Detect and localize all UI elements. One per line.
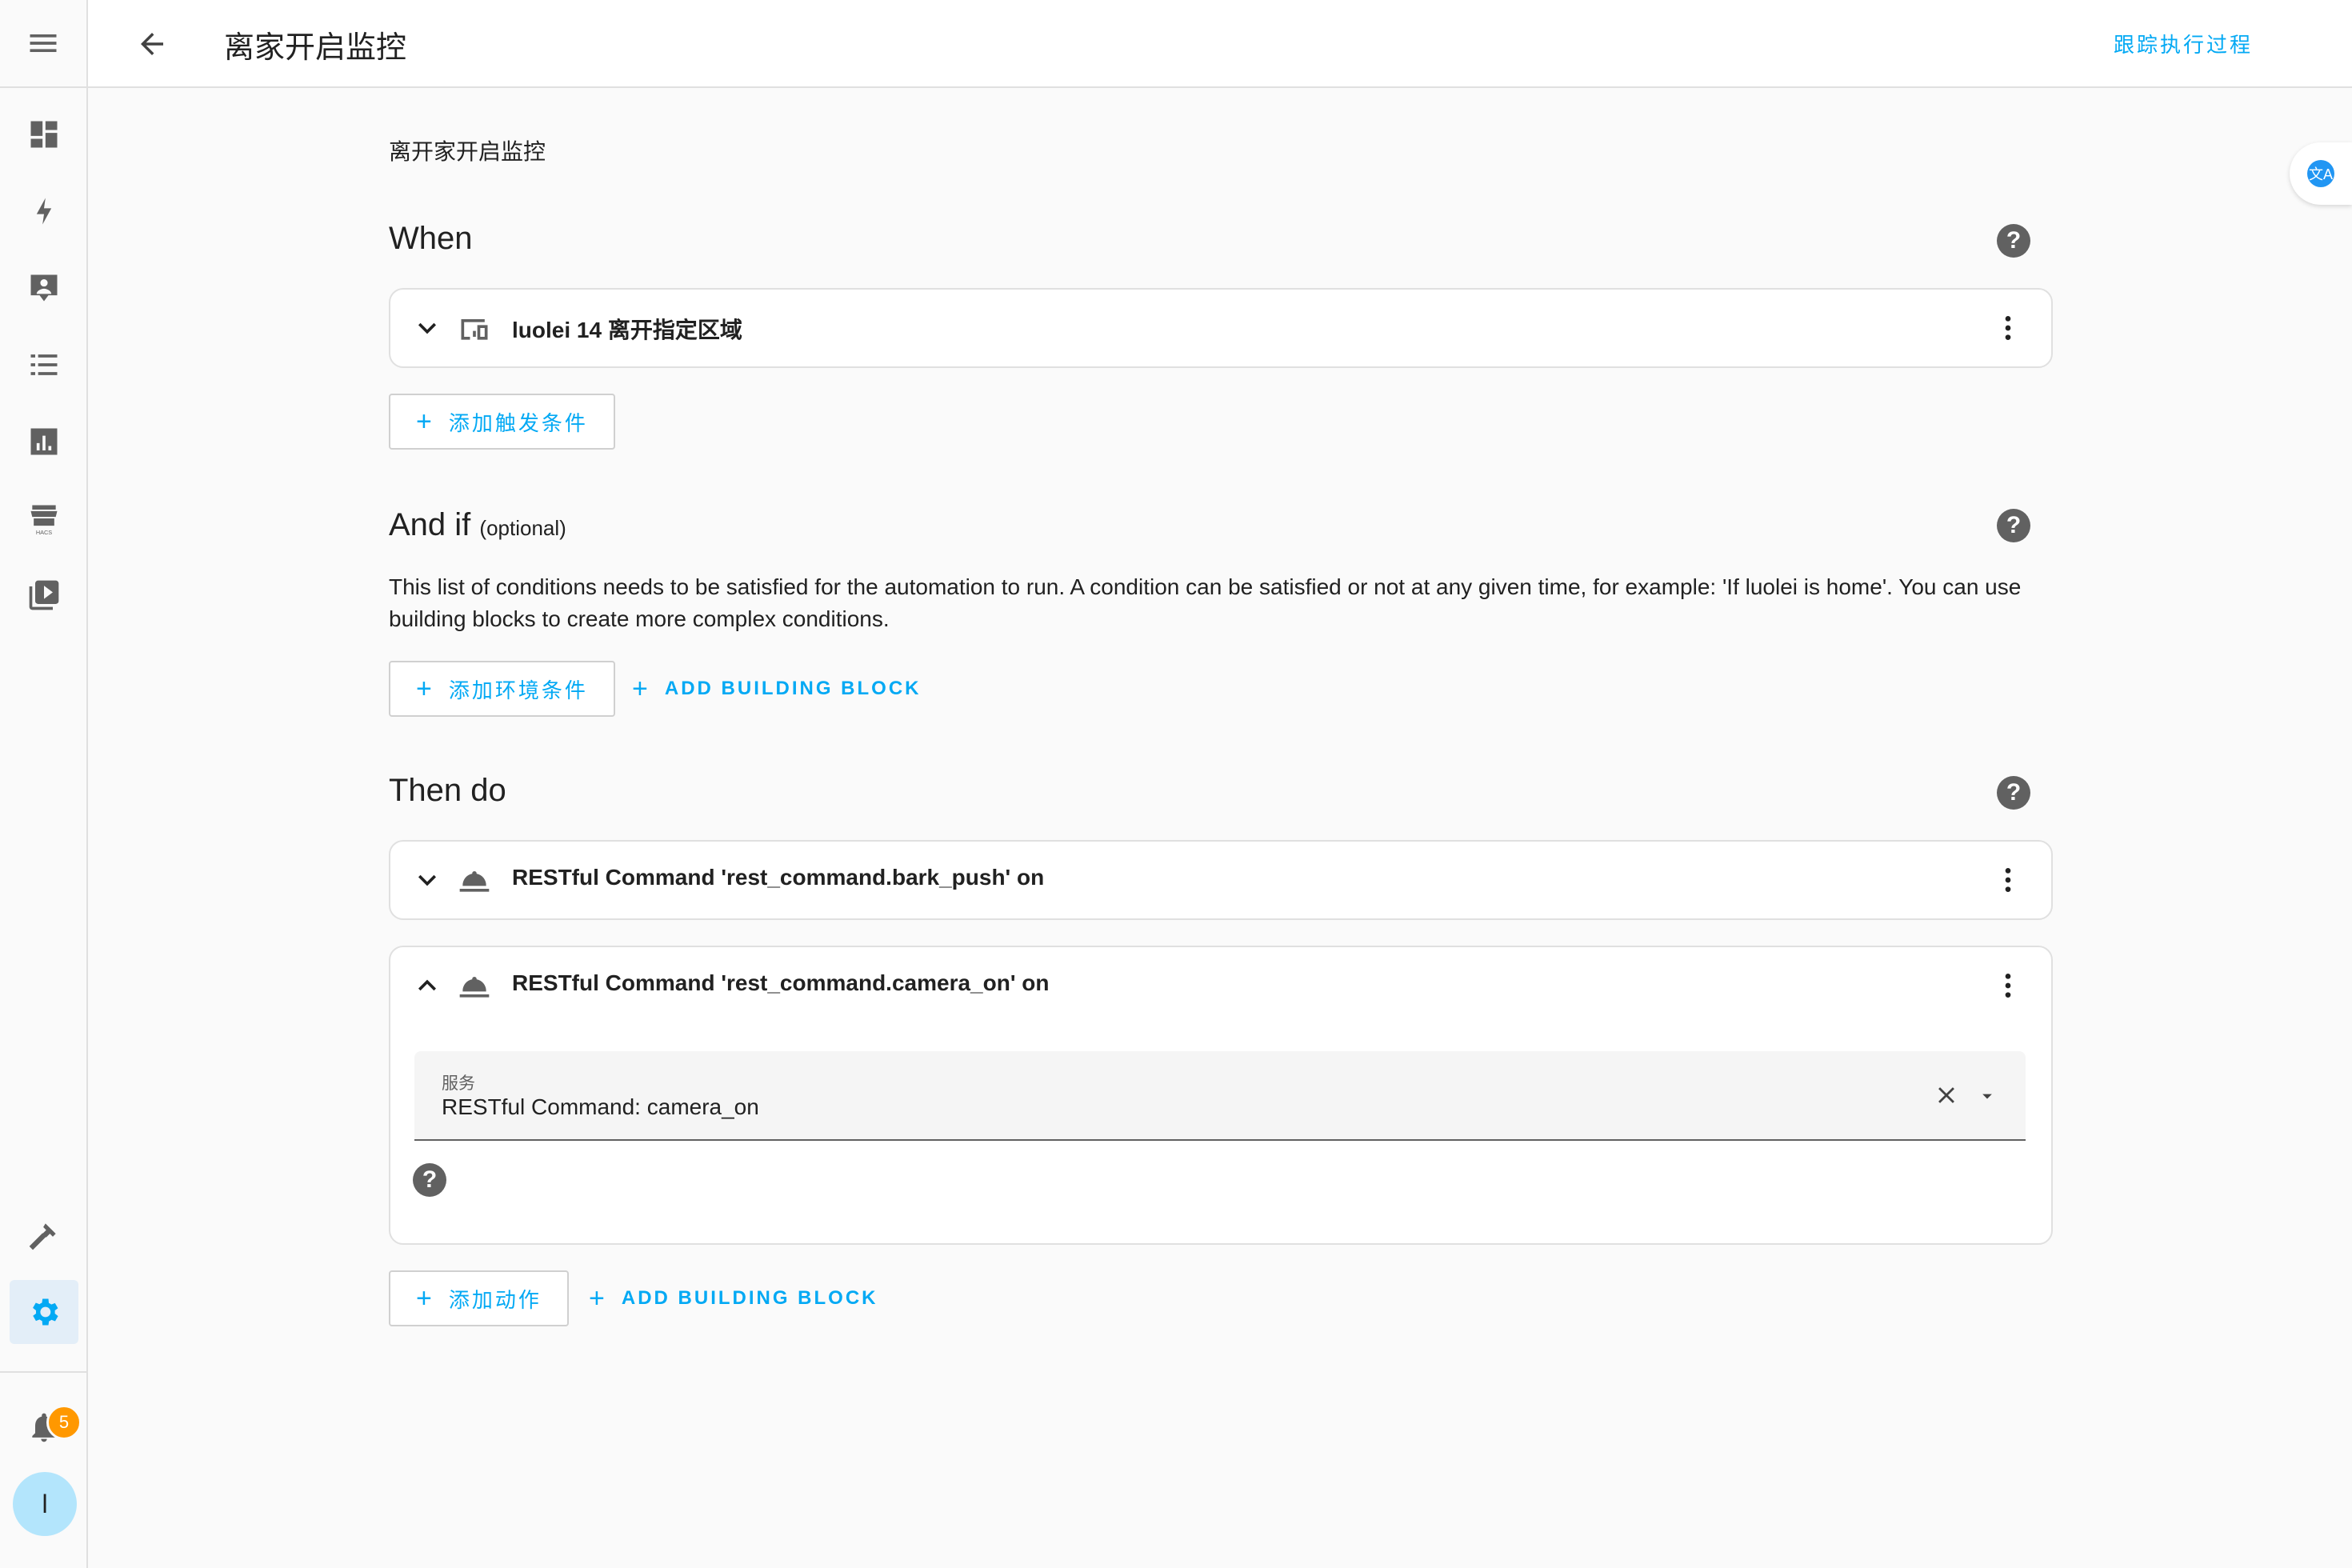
plus-icon: + [416, 673, 434, 704]
and-if-help-icon[interactable]: ? [1997, 509, 2030, 542]
energy-icon [36, 198, 52, 225]
then-do-help-icon[interactable]: ? [1997, 776, 2030, 810]
menu-button[interactable] [0, 0, 86, 88]
plus-icon: + [589, 1282, 607, 1314]
user-avatar[interactable]: l [13, 1472, 77, 1536]
hacs-icon: HACS [30, 505, 58, 536]
sidebar-item-logbook[interactable] [0, 256, 88, 320]
chevron-up-icon[interactable] [410, 968, 445, 1003]
automation-description: 离开家开启监控 [389, 139, 546, 164]
developer-tools-icon [29, 1223, 56, 1250]
service-field-label: 服务 [442, 1074, 475, 1093]
add-condition-button[interactable]: + 添加环境条件 [389, 661, 615, 717]
trigger-card[interactable]: luolei 14 离开指定区域 [389, 288, 2053, 368]
sidebar: HACS 5 l [0, 0, 88, 1568]
sidebar-item-media[interactable] [0, 563, 88, 627]
page-title: 离家开启监控 [224, 31, 407, 65]
dashboard-icon [30, 121, 58, 148]
chevron-down-icon[interactable] [410, 862, 445, 898]
sidebar-item-settings[interactable] [0, 1280, 88, 1344]
add-trigger-label: 添加触发条件 [448, 410, 588, 435]
translate-icon: 文A [2307, 160, 2334, 187]
menu-icon [30, 34, 57, 52]
service-field-value: RESTful Command: camera_on [442, 1094, 759, 1119]
notification-badge: 5 [46, 1405, 82, 1440]
device-icon [456, 310, 493, 346]
and-if-heading: And if (optional) [389, 507, 566, 543]
translate-button[interactable]: 文A [2290, 142, 2352, 205]
sidebar-item-hacs[interactable]: HACS [0, 486, 88, 550]
clear-icon[interactable] [1933, 1082, 1960, 1109]
dots-vertical-icon [2005, 316, 2011, 340]
add-trigger-button[interactable]: + 添加触发条件 [389, 394, 615, 450]
plus-icon: + [632, 673, 650, 704]
dots-vertical-icon [2005, 868, 2011, 892]
trigger-menu-button[interactable] [1989, 309, 2027, 347]
add-condition-label: 添加环境条件 [448, 678, 588, 702]
plus-icon: + [416, 1282, 434, 1314]
trigger-label: luolei 14 离开指定区域 [512, 318, 742, 342]
optional-label: (optional) [479, 516, 566, 540]
svg-text:HACS: HACS [36, 529, 52, 536]
action-card[interactable]: RESTful Command 'rest_command.bark_push'… [389, 840, 2053, 920]
chevron-down-icon[interactable] [410, 310, 445, 346]
dots-vertical-icon [2005, 974, 2011, 998]
add-building-block-label: ADD BUILDING BLOCK [664, 678, 922, 699]
service-bell-icon [456, 862, 493, 898]
sidebar-item-todo[interactable] [0, 333, 88, 397]
service-help-icon[interactable]: ? [413, 1163, 446, 1197]
dropdown-arrow-icon[interactable] [1976, 1085, 1998, 1107]
toolbar: 离家开启监控 跟踪执行过程 [88, 0, 2352, 88]
settings-icon [33, 1298, 58, 1326]
add-action-button[interactable]: + 添加动作 [389, 1270, 569, 1326]
trace-button[interactable]: 跟踪执行过程 [2114, 29, 2253, 58]
plus-icon: + [416, 406, 434, 437]
action-label: RESTful Command 'rest_command.camera_on'… [512, 970, 1050, 995]
sidebar-item-history[interactable] [0, 410, 88, 474]
todo-list-icon [30, 354, 58, 375]
add-building-block-label: ADD BUILDING BLOCK [621, 1287, 878, 1309]
conditions-description: This list of conditions needs to be sati… [389, 574, 2022, 631]
when-heading: When [389, 221, 473, 256]
when-help-icon[interactable]: ? [1997, 224, 2030, 258]
sidebar-item-dashboard[interactable] [0, 102, 88, 166]
service-bell-icon [456, 968, 493, 1003]
and-if-title: And if [389, 507, 471, 542]
logbook-icon [30, 274, 58, 302]
add-action-building-block-button[interactable]: + ADD BUILDING BLOCK [589, 1270, 878, 1326]
add-action-label: 添加动作 [448, 1287, 542, 1312]
service-select[interactable]: 服务 RESTful Command: camera_on [414, 1051, 2026, 1141]
history-icon [30, 428, 58, 455]
then-do-heading: Then do [389, 773, 506, 808]
add-condition-building-block-button[interactable]: + ADD BUILDING BLOCK [632, 661, 922, 717]
action-menu-button[interactable] [1989, 861, 2027, 899]
action-label: RESTful Command 'rest_command.bark_push'… [512, 865, 1045, 890]
sidebar-item-developer-tools[interactable] [0, 1203, 88, 1267]
action-menu-button[interactable] [1989, 966, 2027, 1005]
back-button[interactable] [128, 20, 176, 68]
sidebar-divider [0, 1371, 88, 1373]
arrow-left-icon [141, 33, 163, 55]
media-icon [29, 580, 59, 610]
sidebar-item-energy[interactable] [0, 179, 88, 243]
